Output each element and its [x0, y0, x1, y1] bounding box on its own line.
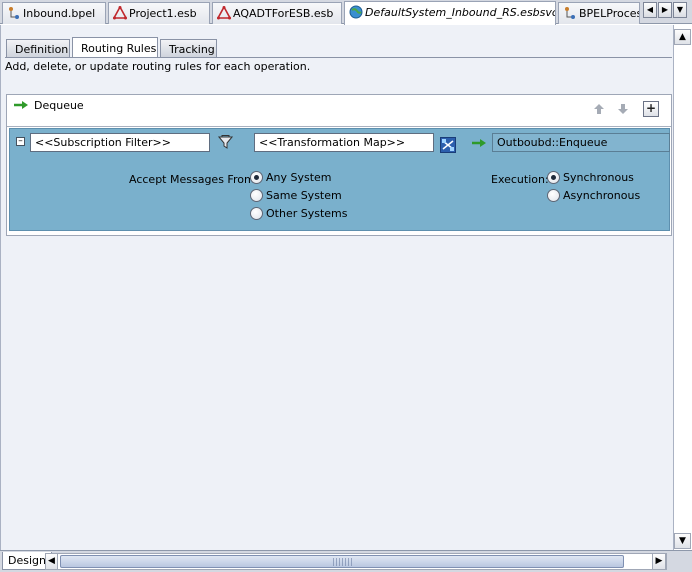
triangle-left-icon: ◀: [48, 556, 55, 566]
horizontal-scrollbar[interactable]: ◀ ▶: [45, 553, 667, 570]
chevron-down-icon: ▼: [676, 5, 684, 14]
arrow-down-icon: [618, 104, 628, 114]
operation-name: Dequeue: [34, 99, 84, 112]
editor-tab-bar: Inbound.bpel Project1.esb AQADTForESB.es…: [0, 0, 692, 25]
tab-scroll-left-button[interactable]: ◀: [643, 2, 657, 18]
move-down-button[interactable]: [615, 103, 631, 119]
editor-tab-bpelprocess[interactable]: BPELProcess: [558, 2, 640, 24]
tab-tracking[interactable]: Tracking: [160, 39, 217, 58]
accept-messages-label: Accept Messages From:: [129, 173, 259, 186]
bottom-bar: Design ◀ ▶: [0, 550, 692, 572]
tab-routing-rules[interactable]: Routing Rules: [72, 37, 158, 58]
subscription-filter-field[interactable]: <<Subscription Filter>>: [30, 133, 210, 152]
routing-rule: – <<Subscription Filter>> <<Transformati…: [9, 128, 670, 231]
operation-panel: Dequeue + – <<Subscription Filter>> <<Tr…: [6, 94, 672, 236]
editor-tab-project1-esb[interactable]: Project1.esb: [108, 2, 210, 24]
collapse-rule-button[interactable]: –: [16, 137, 25, 146]
triangle-right-icon: ▶: [655, 556, 663, 566]
accept-same-system-radio[interactable]: [250, 189, 263, 202]
accept-same-system-label: Same System: [266, 189, 342, 202]
plus-icon: +: [645, 101, 657, 115]
move-up-button[interactable]: [591, 103, 607, 119]
editor-tab-aqadtforesb-esb[interactable]: AQADTForESB.esb: [212, 2, 342, 24]
vertical-scrollbar[interactable]: ▲ ▼: [673, 25, 692, 550]
minus-icon: –: [18, 136, 23, 146]
tab-definition[interactable]: Definition: [6, 39, 70, 58]
add-rule-button[interactable]: +: [643, 101, 659, 117]
tab-list-dropdown-button[interactable]: ▼: [673, 2, 687, 18]
routing-rules-editor: Definition Routing Rules Tracking Add, d…: [0, 25, 673, 550]
horizontal-scroll-thumb[interactable]: [60, 555, 624, 568]
triangle-up-icon: ▲: [679, 32, 686, 42]
esb-project-icon: [217, 6, 231, 20]
globe-icon: [349, 5, 363, 19]
triangle-left-icon: ◀: [646, 5, 654, 14]
transformation-map-field[interactable]: <<Transformation Map>>: [254, 133, 434, 152]
execution-asynchronous-label: Asynchronous: [563, 189, 641, 202]
execution-synchronous-label: Synchronous: [563, 171, 634, 184]
scroll-down-button[interactable]: ▼: [674, 533, 691, 549]
accept-other-systems-radio[interactable]: [250, 207, 263, 220]
operation-arrow-icon: [14, 101, 28, 109]
target-service-field[interactable]: Outboubd::Enqueue: [492, 133, 670, 152]
scroll-grip-icon: [333, 558, 353, 566]
transformation-icon[interactable]: [440, 137, 456, 153]
editor-tab-defaultsystem-inbound-rs[interactable]: DefaultSystem_Inbound_RS.esbsvc: [344, 1, 556, 25]
triangle-down-icon: ▼: [679, 536, 686, 546]
scroll-left-button[interactable]: ◀: [45, 553, 58, 570]
execution-synchronous-radio[interactable]: [547, 171, 560, 184]
tab-divider: [5, 57, 672, 58]
editor-tab-inbound-bpel[interactable]: Inbound.bpel: [2, 2, 106, 24]
scroll-up-button[interactable]: ▲: [674, 29, 691, 45]
page-description: Add, delete, or update routing rules for…: [5, 60, 311, 73]
tab-scroll-right-button[interactable]: ▶: [658, 2, 672, 18]
operation-header: Dequeue +: [7, 95, 671, 127]
triangle-right-icon: ▶: [661, 5, 669, 14]
filter-funnel-icon[interactable]: [218, 135, 233, 150]
bpel-process-icon: [9, 7, 19, 19]
accept-other-systems-label: Other Systems: [266, 207, 348, 220]
arrow-up-icon: [594, 104, 604, 114]
accept-any-system-radio[interactable]: [250, 171, 263, 184]
esb-project-icon: [113, 6, 127, 20]
accept-any-system-label: Any System: [266, 171, 332, 184]
bpel-process-icon: [565, 7, 575, 19]
execution-asynchronous-radio[interactable]: [547, 189, 560, 202]
route-arrow-icon: [472, 139, 486, 147]
scroll-right-button[interactable]: ▶: [652, 553, 666, 570]
execution-label: Execution:: [491, 173, 549, 186]
